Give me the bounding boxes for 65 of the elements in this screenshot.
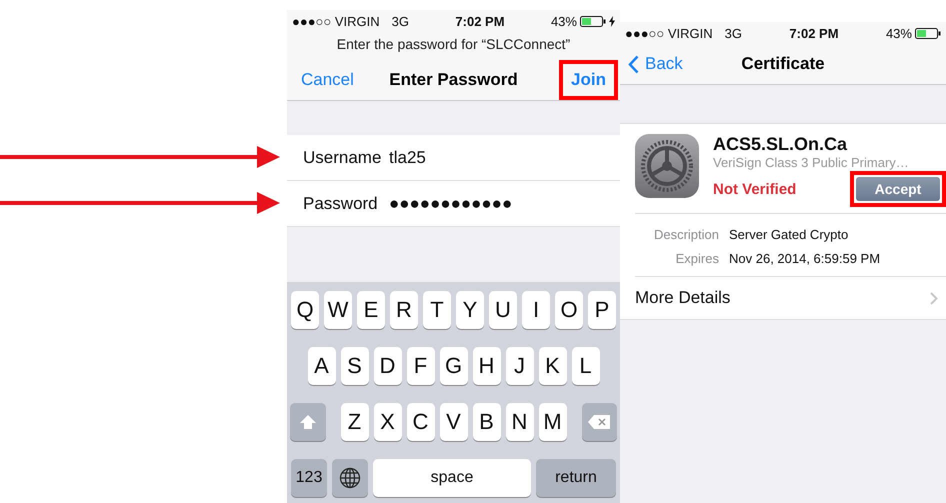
- numbers-key[interactable]: 123: [291, 459, 327, 497]
- letter-key[interactable]: X: [374, 403, 402, 441]
- input-field[interactable]: ●●●●●●●●●●●●: [389, 194, 512, 214]
- detail-value: Nov 26, 2014, 6:59:59 PM: [729, 250, 880, 266]
- more-details-row[interactable]: More Details: [620, 277, 946, 319]
- letter-key[interactable]: L: [572, 347, 600, 385]
- letter-key[interactable]: O: [555, 291, 583, 329]
- letter-key[interactable]: H: [472, 347, 500, 385]
- delete-icon: [587, 414, 612, 430]
- letter-key[interactable]: N: [506, 403, 534, 441]
- network-label: 3G: [392, 14, 409, 28]
- carrier-label: ●●●○○ VIRGIN: [292, 14, 380, 28]
- detail-label: Description: [652, 226, 719, 242]
- return-key[interactable]: return: [536, 459, 616, 497]
- detail-value: Server Gated Crypto: [729, 226, 848, 242]
- letter-key[interactable]: R: [390, 291, 418, 329]
- issuer-text: VeriSign Class 3 Public Primary…: [713, 155, 910, 170]
- letter-key[interactable]: G: [440, 347, 468, 385]
- letter-key[interactable]: Y: [456, 291, 484, 329]
- letter-key[interactable]: Z: [340, 403, 368, 441]
- battery-icon: [580, 16, 606, 26]
- battery-icon: [914, 28, 941, 38]
- screen-title: Enter Password: [389, 70, 518, 89]
- globe-icon: [339, 467, 361, 489]
- letter-key[interactable]: E: [357, 291, 385, 329]
- letter-key[interactable]: P: [588, 291, 616, 329]
- carrier-label: ●●●○○ VIRGIN: [625, 26, 713, 40]
- detail-label: Expires: [674, 250, 719, 266]
- letter-key[interactable]: Q: [291, 291, 319, 329]
- battery-percent: 43%: [886, 26, 912, 40]
- input-field[interactable]: tla25: [389, 148, 426, 168]
- space-key[interactable]: space: [373, 459, 531, 497]
- verification-status: Not Verified: [713, 180, 796, 198]
- letter-key[interactable]: I: [522, 291, 550, 329]
- letter-key[interactable]: K: [538, 347, 566, 385]
- letter-key[interactable]: B: [472, 403, 500, 441]
- clock-time: 7:02 PM: [455, 14, 505, 28]
- chevron-right-icon: [930, 292, 938, 304]
- letter-key[interactable]: T: [423, 291, 451, 329]
- delete-key[interactable]: [582, 403, 617, 441]
- password-prompt: Enter the password for “SLCConnect”: [287, 32, 620, 60]
- letter-key[interactable]: A: [308, 347, 336, 385]
- battery-percent: 43%: [550, 14, 577, 28]
- globe-key[interactable]: [332, 459, 368, 497]
- shift-arrow-icon: [298, 414, 317, 430]
- certificate-name: ACS5.SL.On.Ca: [713, 134, 848, 155]
- letter-key[interactable]: C: [406, 403, 434, 441]
- field-label: Password: [303, 194, 379, 214]
- accept-button[interactable]: Accept: [856, 177, 940, 201]
- field-label: Username: [303, 148, 382, 168]
- charging-icon: [608, 16, 615, 26]
- letter-key[interactable]: V: [440, 403, 468, 441]
- letter-key[interactable]: D: [374, 347, 402, 385]
- screen-title: Certificate: [741, 54, 825, 73]
- letter-key[interactable]: S: [340, 347, 368, 385]
- letter-key[interactable]: W: [324, 291, 352, 329]
- network-label: 3G: [724, 26, 742, 40]
- chevron-left-icon: [628, 54, 639, 74]
- letter-key[interactable]: U: [489, 291, 517, 329]
- shift-key[interactable]: [290, 403, 326, 441]
- letter-key[interactable]: M: [538, 403, 566, 441]
- gear-icon: [635, 134, 699, 198]
- letter-key[interactable]: J: [506, 347, 534, 385]
- letter-key[interactable]: F: [406, 347, 434, 385]
- clock-time: 7:02 PM: [789, 26, 839, 40]
